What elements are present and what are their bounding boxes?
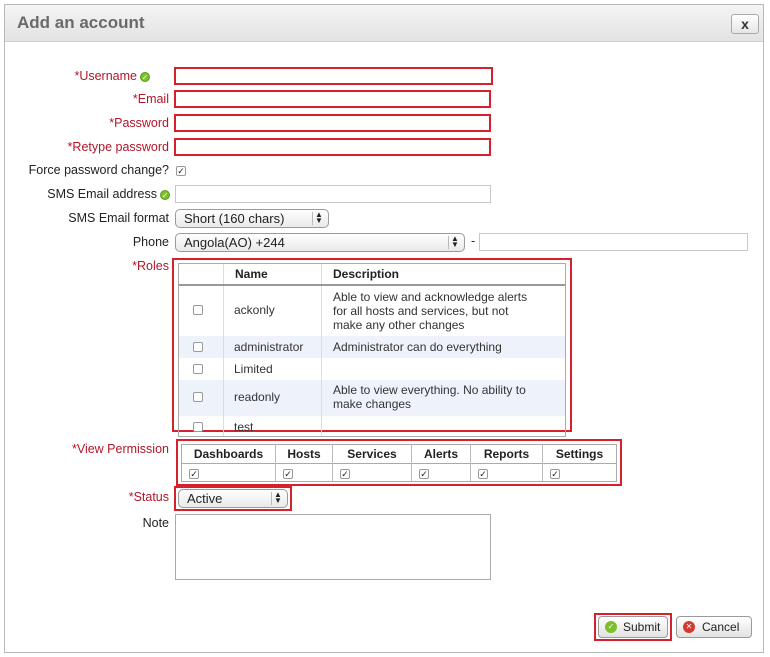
role-name: administrator: [234, 340, 304, 354]
perm-services: Services ✓: [333, 445, 412, 481]
perm-checkbox-alerts[interactable]: ✓: [419, 469, 429, 479]
role-checkbox-test[interactable]: [193, 422, 203, 432]
updown-arrow-icon: ▲ ▼: [312, 211, 325, 225]
phone-separator: -: [471, 234, 476, 248]
role-row-readonly[interactable]: readonly Able to view everything. No abi…: [179, 380, 565, 416]
phone-country-select[interactable]: Angola(AO) +244 ▲ ▼: [175, 233, 465, 252]
view-permission-highlight: Dashboards ✓ Hosts ✓ Services ✓ Alerts ✓ Rep…: [176, 439, 622, 486]
email-label: *Email: [132, 92, 169, 106]
role-name: ackonly: [234, 303, 275, 317]
username-label: *Username ✓: [74, 69, 150, 83]
perm-dashboards: Dashboards ✓: [182, 445, 276, 481]
perm-checkbox-services[interactable]: ✓: [340, 469, 350, 479]
role-description: Able to view everything. No ability to ma…: [333, 383, 526, 411]
perm-checkbox-settings[interactable]: ✓: [550, 469, 560, 479]
retype-password-label: *Retype password: [67, 140, 169, 154]
roles-table-highlight: Name Description ackonly Able to view an…: [172, 258, 572, 437]
password-input[interactable]: [174, 114, 491, 132]
role-checkbox-ackonly[interactable]: [193, 305, 203, 315]
close-icon: x: [741, 16, 749, 32]
role-checkbox-limited[interactable]: [193, 364, 203, 374]
roles-column-description: Description: [333, 267, 400, 281]
perm-checkbox-dashboards[interactable]: ✓: [189, 469, 199, 479]
sms-email-format-select[interactable]: Short (160 chars) ▲ ▼: [175, 209, 329, 228]
roles-label: *Roles: [132, 259, 169, 273]
role-row-limited[interactable]: Limited: [179, 358, 565, 380]
roles-column-name: Name: [235, 267, 268, 281]
force-password-change-label: Force password change?: [28, 163, 169, 177]
role-checkbox-administrator[interactable]: [193, 342, 203, 352]
role-row-ackonly[interactable]: ackonly Able to view and acknowledge ale…: [179, 286, 565, 336]
role-row-administrator[interactable]: administrator Administrator can do every…: [179, 336, 565, 358]
status-label: *Status: [128, 490, 169, 504]
perm-hosts: Hosts ✓: [276, 445, 333, 481]
sms-email-format-label: SMS Email format: [68, 211, 169, 225]
retype-password-input[interactable]: [174, 138, 491, 156]
dialog-title: Add an account: [17, 13, 145, 32]
cancel-icon: ✕: [683, 621, 695, 633]
perm-settings: Settings ✓: [550, 447, 604, 479]
force-password-change-checkbox[interactable]: ✓: [176, 166, 186, 176]
email-input[interactable]: [174, 90, 491, 108]
perm-checkbox-reports[interactable]: ✓: [478, 469, 488, 479]
submit-button[interactable]: ✓ Submit: [598, 616, 668, 638]
view-permission-label: *View Permission: [71, 442, 169, 456]
note-textarea[interactable]: [175, 514, 491, 580]
updown-arrow-icon: ▲ ▼: [448, 235, 461, 249]
role-row-test[interactable]: test: [179, 416, 565, 436]
role-name: Limited: [234, 362, 273, 376]
sms-email-address-input[interactable]: [175, 185, 491, 203]
check-icon: ✓: [160, 189, 170, 200]
sms-email-address-label: SMS Email address ✓: [47, 187, 170, 201]
status-select[interactable]: Active ▲ ▼: [178, 489, 288, 508]
dialog-titlebar: Add an account x: [5, 5, 763, 42]
note-label: Note: [142, 516, 169, 530]
password-label: *Password: [109, 116, 169, 130]
role-checkbox-readonly[interactable]: [193, 392, 203, 402]
roles-table: Name Description ackonly Able to view an…: [178, 263, 566, 437]
role-name: readonly: [234, 390, 281, 404]
perm-reports: Reports ✓: [471, 445, 543, 481]
check-icon: ✓: [140, 71, 150, 82]
cancel-button[interactable]: ✕ Cancel: [676, 616, 752, 638]
close-button[interactable]: x: [731, 14, 759, 34]
role-description: Administrator can do everything: [333, 340, 502, 354]
perm-alerts: Alerts ✓: [412, 445, 471, 481]
view-permission-table: Dashboards ✓ Hosts ✓ Services ✓ Alerts ✓ Rep…: [181, 444, 617, 482]
role-description: Able to view and acknowledge alerts for a…: [333, 290, 528, 332]
updown-arrow-icon: ▲ ▼: [271, 491, 284, 505]
username-input[interactable]: [174, 67, 493, 85]
roles-table-header: Name Description: [179, 264, 565, 286]
perm-checkbox-hosts[interactable]: ✓: [283, 469, 293, 479]
role-name: test: [234, 420, 254, 434]
check-icon: ✓: [605, 621, 617, 633]
phone-number-input[interactable]: [479, 233, 748, 251]
phone-label: Phone: [132, 235, 169, 249]
